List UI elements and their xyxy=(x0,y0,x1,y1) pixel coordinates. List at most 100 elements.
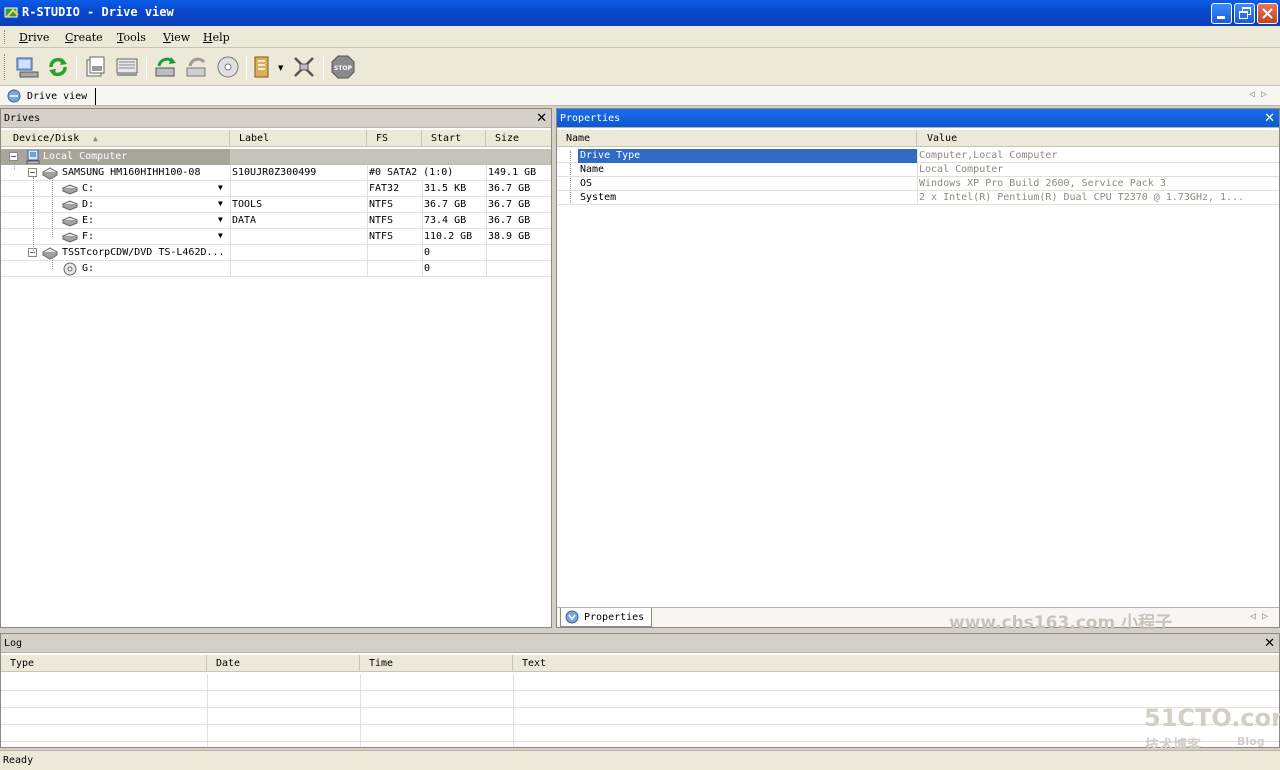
collapse-toggle[interactable]: − xyxy=(28,168,37,177)
partition-dropdown-arrow-icon[interactable]: ▼ xyxy=(218,183,223,192)
partition-icon xyxy=(62,216,78,227)
title-bar: R-STUDIO - Drive view xyxy=(0,0,1280,26)
open-drive-files-icon[interactable] xyxy=(83,54,109,80)
drive-view-icon xyxy=(7,89,21,103)
partition-fs: FAT32 xyxy=(369,183,400,194)
partition-dropdown-arrow-icon[interactable]: ▼ xyxy=(218,199,223,208)
property-value: 2 x Intel(R) Pentium(R) Dual CPU T2370 @… xyxy=(919,192,1245,203)
drives-column-header: Device/Disk ▲ Label FS Start Size xyxy=(1,130,551,147)
log-panel-close-icon[interactable]: ✕ xyxy=(1264,636,1275,651)
disk-icon[interactable] xyxy=(215,54,241,80)
property-row-drive-type[interactable]: Drive Type Computer,Local Computer xyxy=(557,149,1279,163)
create-image-icon[interactable] xyxy=(184,54,210,80)
document-tab-bar: Drive view ◁▷ xyxy=(0,86,1280,106)
menu-drive[interactable]: Drive xyxy=(19,31,49,44)
column-name[interactable]: Name xyxy=(557,130,917,147)
column-value[interactable]: Value xyxy=(917,130,1279,147)
partition-label: TOOLS xyxy=(232,199,263,210)
tab-scroll-arrows-icon[interactable]: ◁▷ xyxy=(1249,89,1273,100)
column-fs[interactable]: FS xyxy=(367,130,422,147)
refresh-icon[interactable] xyxy=(45,54,71,80)
partition-size: 36.7 GB xyxy=(488,183,531,194)
tree-row-partition-f[interactable]: F: ▼ NTFS 110.2 GB 38.9 GB xyxy=(1,229,551,245)
column-time[interactable]: Time xyxy=(360,655,513,672)
drives-panel-header: Drives ✕ xyxy=(1,109,551,128)
property-name: System xyxy=(580,192,617,203)
collapse-toggle[interactable]: − xyxy=(9,152,18,161)
disk-fs: #0 SATA2 (1:0) xyxy=(369,167,454,178)
column-start[interactable]: Start xyxy=(422,130,486,147)
property-row-os[interactable]: OS Windows XP Pro Build 2600, Service Pa… xyxy=(557,177,1279,191)
properties-panel-close-icon[interactable]: ✕ xyxy=(1264,111,1275,126)
property-value: Local Computer xyxy=(919,164,1004,175)
toolbar: ▼ STOP xyxy=(0,48,1280,86)
tab-drive-view-label: Drive view xyxy=(27,91,88,102)
device-name: TSSTcorpCDW/DVD TS-L462D... xyxy=(62,247,225,258)
log-panel: Log ✕ Type Date Time Text 51CTO.com 技术博客… xyxy=(0,633,1280,754)
column-size[interactable]: Size xyxy=(486,130,551,147)
tree-row-partition-g[interactable]: G: 0 xyxy=(1,261,551,277)
stop-icon[interactable]: STOP xyxy=(330,54,356,80)
tree-row-partition-e[interactable]: E: ▼ DATA NTFS 73.4 GB 36.7 GB xyxy=(1,213,551,229)
property-row-name[interactable]: Name Local Computer xyxy=(557,163,1279,177)
cd-icon xyxy=(63,262,77,276)
property-name: Name xyxy=(580,164,605,175)
partition-size: 36.7 GB xyxy=(488,199,531,210)
menu-help[interactable]: Help xyxy=(203,31,230,44)
menu-view[interactable]: View xyxy=(163,31,190,44)
tree-row-optical-drive[interactable]: − TSSTcorpCDW/DVD TS-L462D... 0 xyxy=(1,245,551,261)
close-button[interactable] xyxy=(1257,3,1278,24)
properties-panel-header: Properties ✕ xyxy=(557,109,1279,128)
computer-icon xyxy=(26,150,40,164)
recover-icon[interactable] xyxy=(153,54,179,80)
property-name: Drive Type xyxy=(580,150,641,161)
properties-column-header: Name Value xyxy=(557,130,1279,147)
column-date[interactable]: Date xyxy=(207,655,360,672)
column-device-disk[interactable]: Device/Disk ▲ xyxy=(1,130,230,147)
connect-remote-icon[interactable] xyxy=(14,54,40,80)
column-label[interactable]: Label xyxy=(230,130,367,147)
partition-dropdown-arrow-icon[interactable]: ▼ xyxy=(218,231,223,240)
property-value: Computer,Local Computer xyxy=(919,150,1058,161)
tree-row-partition-c[interactable]: C: ▼ FAT32 31.5 KB 36.7 GB xyxy=(1,181,551,197)
region-dropdown-arrow-icon[interactable]: ▼ xyxy=(278,64,283,72)
property-value: Windows XP Pro Build 2600, Service Pack … xyxy=(919,178,1166,189)
column-text[interactable]: Text xyxy=(513,655,1279,672)
tree-row-local-computer[interactable]: − Local Computer xyxy=(1,149,551,165)
tree-row-samsung-disk[interactable]: − SAMSUNG HM160HIHH100-08 S10UJR0Z300499… xyxy=(1,165,551,181)
hard-disk-icon xyxy=(42,167,58,180)
watermark-site: www.chs163.com 小程子 xyxy=(949,613,1173,633)
tab-drive-view[interactable]: Drive view xyxy=(4,88,96,105)
tree-row-partition-d[interactable]: D: ▼ TOOLS NTFS 36.7 GB 36.7 GB xyxy=(1,197,551,213)
region-icon[interactable] xyxy=(250,54,276,80)
properties-tab-scroll-arrows-icon[interactable]: ◁▷ xyxy=(1250,611,1274,622)
sort-ascending-icon: ▲ xyxy=(93,134,98,143)
partition-dropdown-arrow-icon[interactable]: ▼ xyxy=(218,215,223,224)
device-name: G: xyxy=(82,263,95,274)
column-type[interactable]: Type xyxy=(1,655,207,672)
partition-start: 73.4 GB xyxy=(424,215,467,226)
status-text: Ready xyxy=(3,755,34,766)
drives-panel: Drives ✕ Device/Disk ▲ Label FS Start Si… xyxy=(0,108,552,628)
scan-icon[interactable] xyxy=(114,54,140,80)
log-list[interactable] xyxy=(1,674,1279,747)
menu-create[interactable]: Create xyxy=(65,31,103,44)
status-bar: Ready xyxy=(0,750,1280,770)
partition-start: 31.5 KB xyxy=(424,183,467,194)
menu-grip[interactable] xyxy=(4,30,7,44)
device-start: 0 xyxy=(424,247,431,258)
partition-icon xyxy=(62,200,78,211)
tab-properties[interactable]: Properties xyxy=(560,608,652,627)
remove-icon[interactable] xyxy=(291,54,317,80)
log-panel-header: Log ✕ xyxy=(1,634,1279,653)
log-column-header: Type Date Time Text xyxy=(1,655,1279,672)
menu-tools[interactable]: Tools xyxy=(117,31,146,44)
device-name: E: xyxy=(82,215,95,226)
drives-panel-close-icon[interactable]: ✕ xyxy=(536,111,547,126)
property-row-system[interactable]: System 2 x Intel(R) Pentium(R) Dual CPU … xyxy=(557,191,1279,205)
minimize-button[interactable] xyxy=(1211,3,1232,24)
restore-button[interactable] xyxy=(1234,3,1255,24)
properties-panel-title: Properties xyxy=(560,113,621,124)
minimize-icon xyxy=(1217,16,1225,19)
device-start: 0 xyxy=(424,263,431,274)
